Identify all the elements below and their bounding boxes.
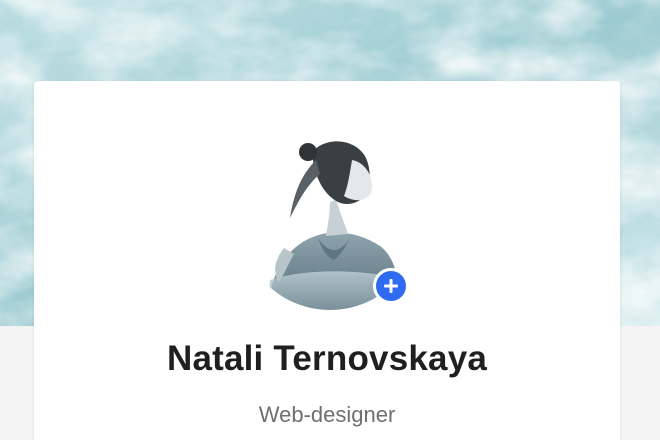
profile-role: Web-designer — [258, 402, 396, 427]
profile-page: Natali Ternovskaya Web-designer — [0, 0, 660, 440]
plus-icon — [384, 279, 398, 293]
profile-name: Natali Ternovskaya — [166, 339, 488, 378]
add-photo-button[interactable] — [373, 268, 409, 304]
